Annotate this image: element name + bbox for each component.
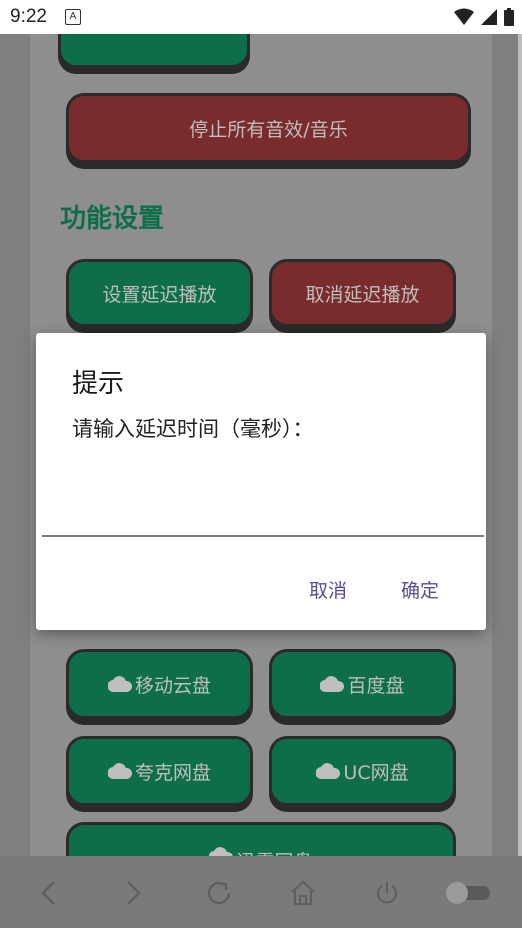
dialog-title: 提示 [72,369,125,399]
baidu-label: 百度盘 [347,674,405,697]
quark-label: 夸克网盘 [134,761,211,784]
cancel-delay-label: 取消延迟播放 [305,283,420,306]
cloud-icon [320,676,345,692]
section-title: 功能设置 [60,204,165,234]
notification-icon: A [64,9,81,25]
status-time: 9:22 [10,6,47,27]
signal-icon [481,9,497,25]
cloud-icon [107,763,132,779]
wifi-icon [454,8,474,25]
home-button[interactable] [286,876,320,910]
toggle-switch[interactable] [444,876,494,910]
power-icon [377,882,397,904]
refresh-button[interactable] [202,876,236,910]
cloud-icon [316,763,341,779]
delay-input-dialog: 提示 请输入延迟时间（毫秒）： 取消 确定 [36,333,486,630]
uc-button[interactable]: UC网盘 [269,736,456,806]
back-icon [41,881,55,905]
home-icon [291,880,315,905]
forward-button[interactable] [116,876,150,910]
baidu-button[interactable]: 百度盘 [269,649,456,719]
cancel-delay-button[interactable]: 取消延迟播放 [269,259,456,327]
quark-button[interactable]: 夸克网盘 [66,736,253,806]
refresh-icon [207,881,231,905]
stop-all-sounds-button[interactable]: 停止所有音效/音乐 [66,93,471,163]
dialog-message: 请输入延迟时间（毫秒）： [72,417,314,441]
back-button[interactable] [32,876,66,910]
uc-label: UC网盘 [343,761,409,784]
toggle-icon [446,882,490,904]
browser-nav-bar [0,856,522,928]
mobile-cloud-label: 移动云盘 [134,674,211,697]
power-button[interactable] [370,876,404,910]
scroll-edge [518,34,522,856]
set-delay-label: 设置延迟播放 [102,283,217,306]
stop-all-sounds-label: 停止所有音效/音乐 [189,118,348,141]
dialog-cancel-button[interactable]: 取消 [309,576,347,603]
status-bar: 9:22 A [0,0,522,34]
forward-icon [127,881,141,905]
battery-icon [504,8,514,26]
dialog-confirm-button[interactable]: 确定 [401,576,439,603]
set-delay-button[interactable]: 设置延迟播放 [66,259,253,327]
mobile-cloud-button[interactable]: 移动云盘 [66,649,253,719]
status-icons [454,8,514,26]
delay-input[interactable] [42,453,484,537]
cloud-icon [107,676,132,692]
